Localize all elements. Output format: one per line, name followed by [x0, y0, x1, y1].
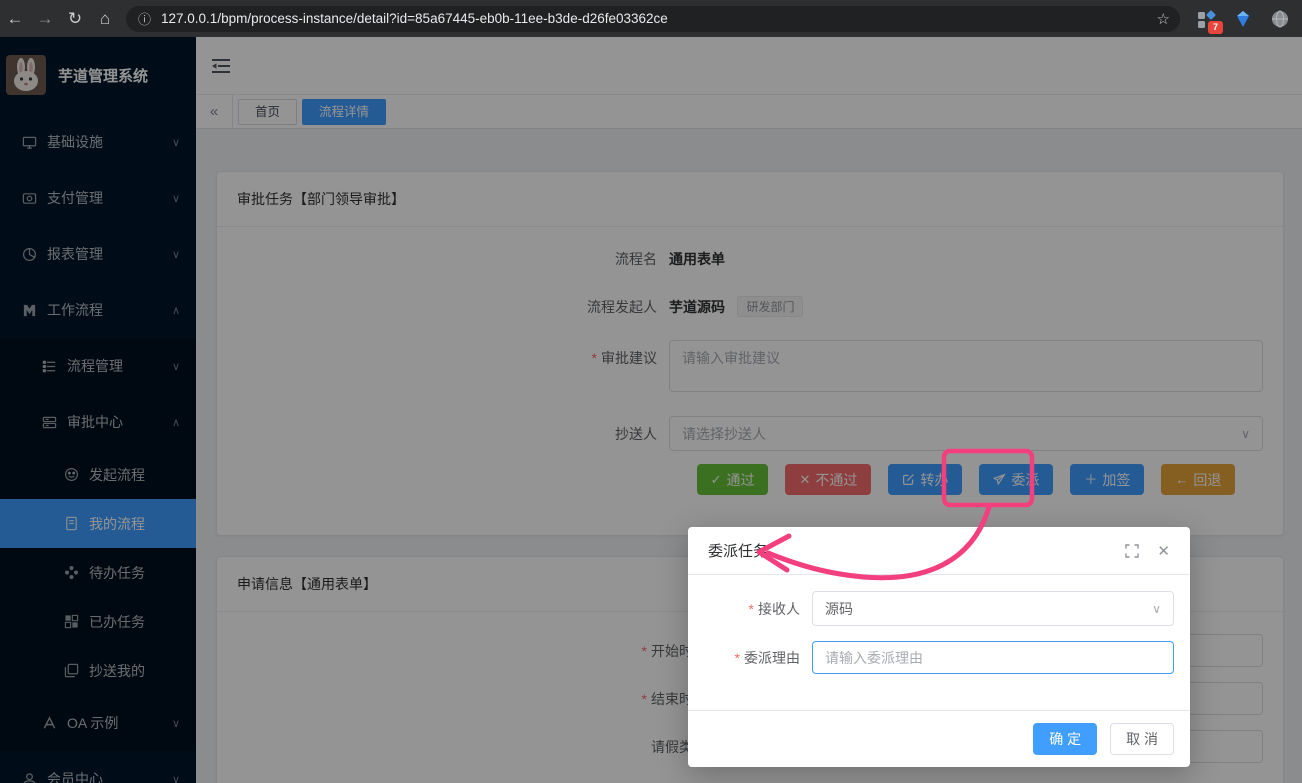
extension-globe-icon[interactable] — [1270, 9, 1290, 29]
extension-gem-icon[interactable] — [1233, 9, 1253, 29]
extension-badge: 7 — [1208, 21, 1223, 34]
reason-input[interactable] — [812, 641, 1174, 674]
fullscreen-icon[interactable] — [1125, 544, 1139, 558]
cancel-button[interactable]: 取 消 — [1110, 723, 1174, 755]
field-label-required: 委派理由 — [688, 648, 800, 668]
dialog-title: 委派任务 — [708, 540, 768, 561]
extension-icons: 7 2 — [1196, 9, 1302, 29]
globe-icon — [1270, 9, 1290, 29]
receiver-row: 接收人 源码 ∨ — [688, 591, 1174, 626]
dialog-header-icons: ✕ — [1125, 542, 1170, 560]
bookmark-star-icon[interactable]: ☆ — [1157, 10, 1170, 28]
chevron-down-icon: ∨ — [1152, 602, 1161, 616]
dialog-footer: 确 定 取 消 — [688, 710, 1190, 767]
confirm-button[interactable]: 确 定 — [1033, 723, 1097, 755]
close-icon[interactable]: ✕ — [1157, 542, 1170, 560]
reason-control — [812, 641, 1174, 674]
url-text[interactable]: 127.0.0.1/bpm/process-instance/detail?id… — [161, 11, 1149, 26]
delegate-task-dialog: 委派任务 ✕ 接收人 源码 ∨ 委派理由 确 定 取 消 — [688, 527, 1190, 767]
receiver-value: 源码 — [825, 599, 853, 619]
back-icon[interactable]: ← — [0, 9, 30, 29]
forward-icon[interactable]: → — [30, 9, 60, 29]
receiver-control: 源码 ∨ — [812, 591, 1174, 626]
address-bar[interactable]: ⓘ 127.0.0.1/bpm/process-instance/detail?… — [126, 6, 1180, 32]
refresh-icon[interactable]: ↻ — [60, 9, 90, 29]
field-label-required: 接收人 — [688, 599, 800, 619]
gem-icon — [1233, 9, 1253, 29]
extension-grid-icon[interactable]: 7 — [1196, 9, 1216, 29]
site-info-icon[interactable]: ⓘ — [138, 9, 151, 28]
reason-row: 委派理由 — [688, 641, 1174, 674]
receiver-select[interactable]: 源码 ∨ — [812, 591, 1174, 626]
browser-chrome: ← → ↻ ⌂ ⓘ 127.0.0.1/bpm/process-instance… — [0, 0, 1302, 37]
dialog-header: 委派任务 ✕ — [688, 527, 1190, 575]
home-icon[interactable]: ⌂ — [90, 9, 120, 29]
